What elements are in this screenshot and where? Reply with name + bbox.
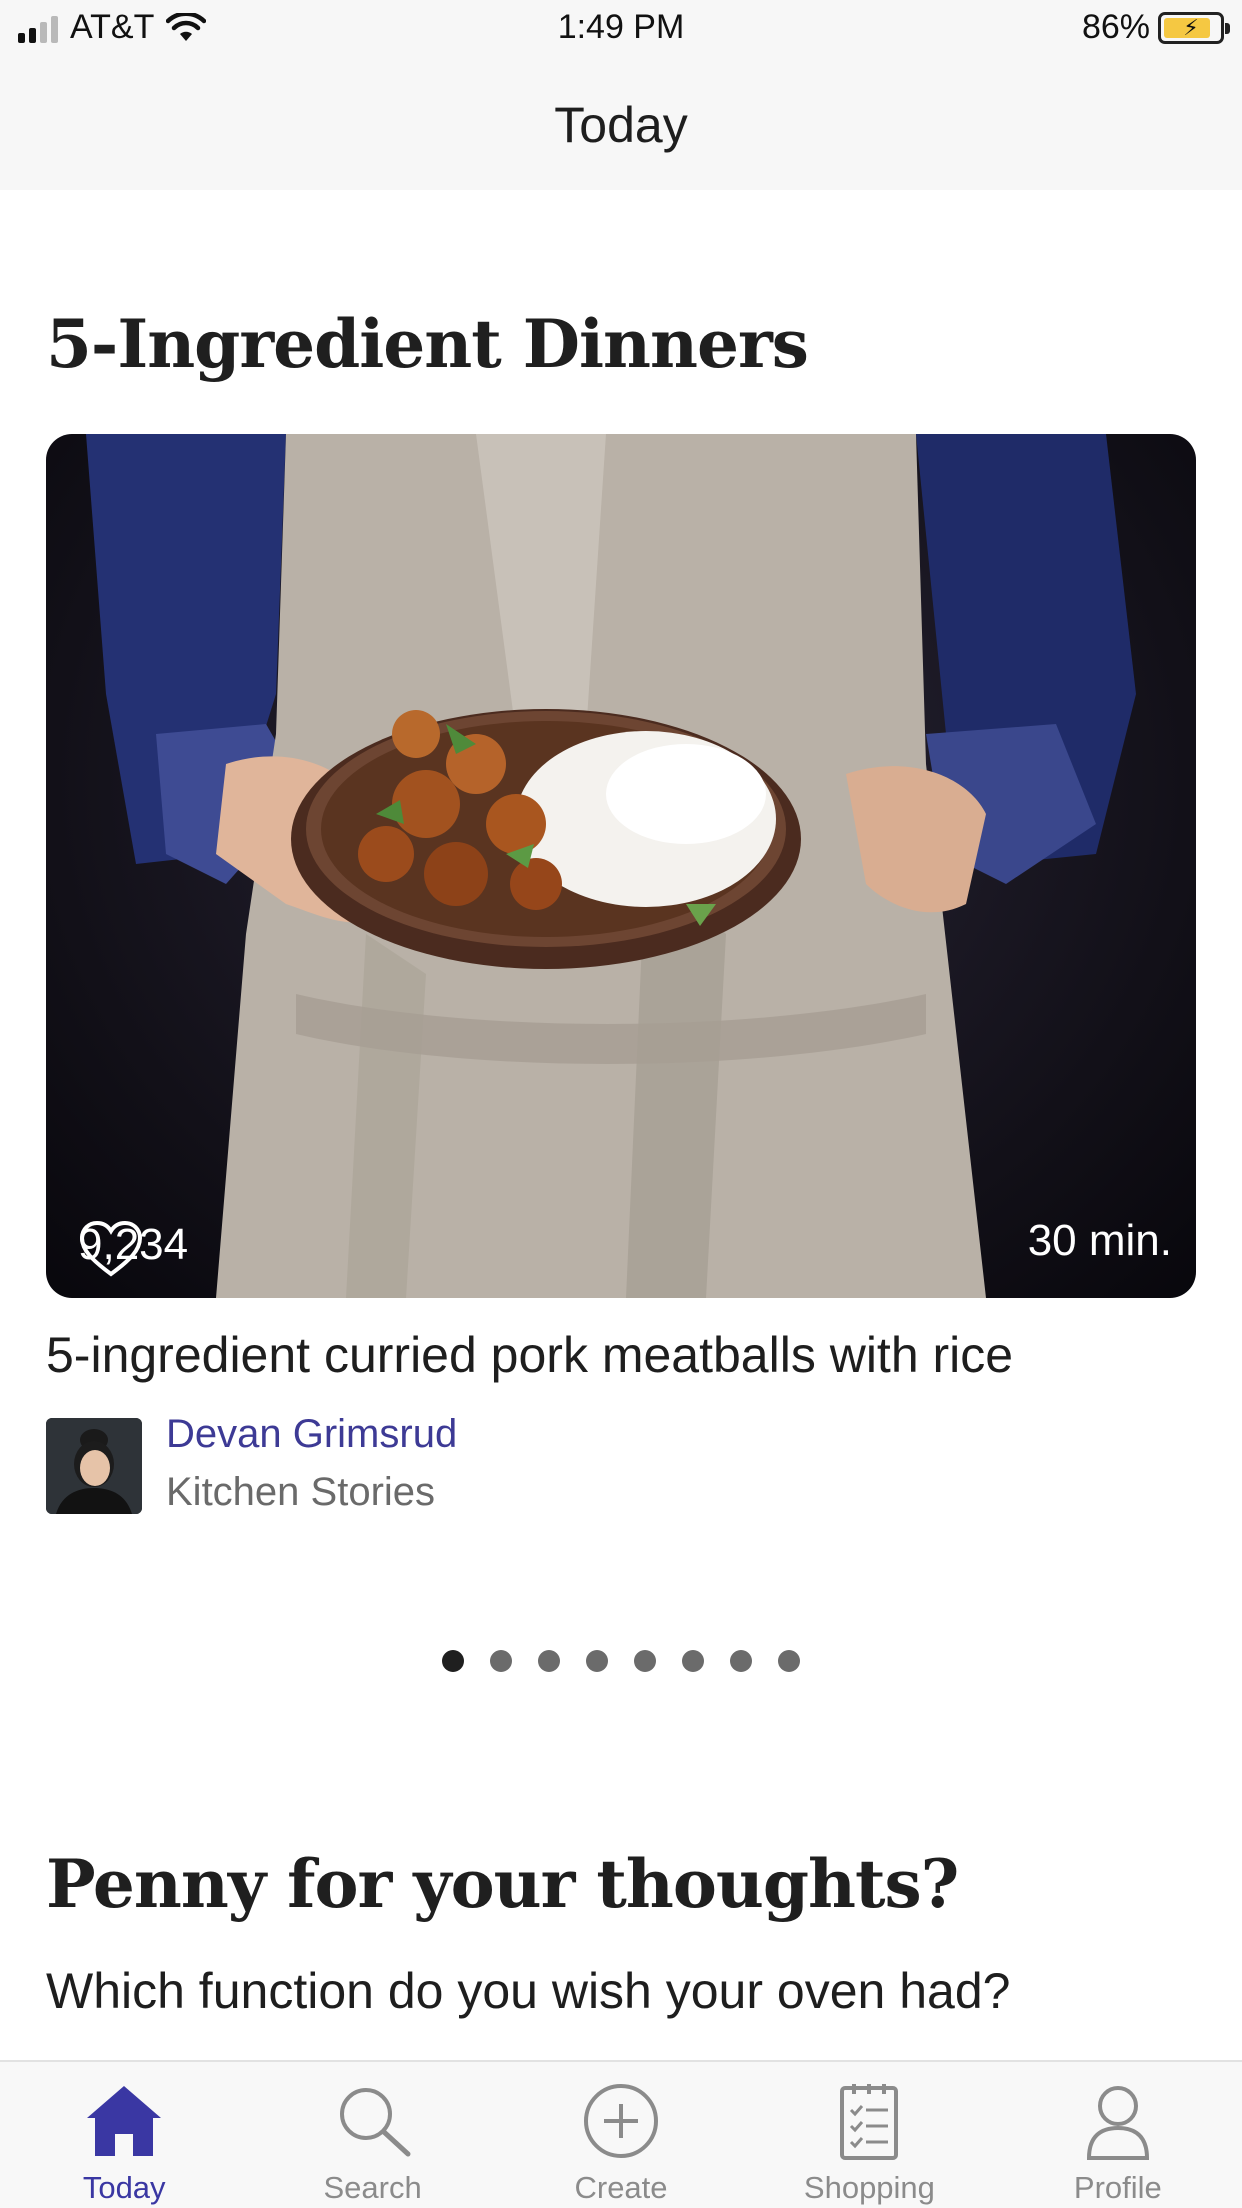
carousel-dot[interactable] (538, 1650, 560, 1672)
carousel-dot[interactable] (682, 1650, 704, 1672)
author-name-link[interactable]: Devan Grimsrud (166, 1412, 457, 1457)
poll-title: Penny for your thoughts? (46, 1845, 959, 1923)
battery-percent: 86% (1081, 8, 1150, 46)
tab-label: Today (82, 2170, 166, 2205)
carousel-pagination[interactable] (0, 1650, 1242, 1672)
tab-label: Shopping (803, 2170, 935, 2205)
tab-profile[interactable]: Profile (994, 2062, 1242, 2208)
page-title: Today (554, 97, 688, 153)
carousel-dot[interactable] (778, 1650, 800, 1672)
status-time: 1:49 PM (557, 8, 685, 46)
carousel-dot[interactable] (634, 1650, 656, 1672)
plus-circle-icon (584, 2084, 659, 2158)
nav-bar: Today (0, 60, 1242, 190)
profile-icon (1086, 2086, 1149, 2160)
status-right: 86% ⚡ (1081, 8, 1230, 47)
publisher-label: Kitchen Stories (166, 1470, 436, 1514)
tab-label: Profile (1073, 2170, 1162, 2205)
tab-today[interactable]: Today (0, 2062, 248, 2208)
battery-icon: ⚡ (1158, 11, 1230, 44)
tab-label: Create (574, 2170, 668, 2205)
tab-shopping[interactable]: Shopping (745, 2062, 993, 2208)
avatar-photo (46, 1418, 142, 1514)
cook-duration: 30 min. (1027, 1216, 1172, 1265)
recipe-photo (86, 434, 1136, 1298)
heart-icon[interactable] (78, 1220, 144, 1278)
tab-create[interactable]: Create (497, 2062, 745, 2208)
carousel-dot[interactable] (730, 1650, 752, 1672)
carousel-dot[interactable] (490, 1650, 512, 1672)
poll-question: Which function do you wish your oven had… (46, 1963, 1011, 2019)
status-bar: AT&T 1:49 PM 86% ⚡ (0, 0, 1242, 60)
home-icon (87, 2086, 162, 2156)
recipe-title[interactable]: 5-ingredient curried pork meatballs with… (46, 1326, 1013, 1384)
carousel-dot[interactable] (442, 1650, 464, 1672)
tab-label: Search (323, 2170, 422, 2205)
likes[interactable]: 9,234 (78, 1220, 188, 1277)
carousel-dot[interactable] (586, 1650, 608, 1672)
shopping-list-icon (840, 2084, 899, 2160)
tab-search[interactable]: Search (248, 2062, 496, 2208)
tab-bar: Today Search Create Shopping Profile (0, 2060, 1242, 2208)
search-icon (339, 2088, 411, 2157)
recipe-hero-image[interactable]: 9,234 30 min. (46, 434, 1196, 1298)
charging-bolt-icon: ⚡ (1183, 14, 1199, 40)
author-avatar[interactable] (46, 1418, 142, 1514)
section-title[interactable]: 5-Ingredient Dinners (46, 305, 809, 383)
